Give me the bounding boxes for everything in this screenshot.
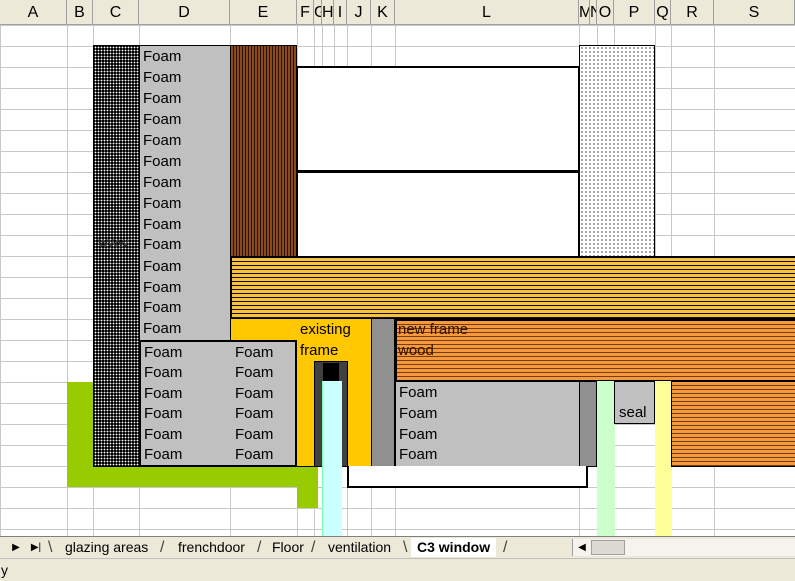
column-header-s[interactable]: S	[714, 0, 795, 25]
foam-label: Foam	[399, 446, 438, 463]
foam-label: Foam	[143, 195, 182, 212]
foam-label: Foam	[399, 384, 438, 401]
foam-label: Foam	[144, 405, 183, 422]
column-header-n[interactable]: N	[590, 0, 597, 25]
column-header-p[interactable]: P	[614, 0, 655, 25]
column-header-j[interactable]: J	[347, 0, 371, 25]
column-header-g[interactable]: G	[314, 0, 322, 25]
column-header-h[interactable]: H	[322, 0, 334, 25]
sheet-tab-bar: ▶ ▶| \ glazing areas / frenchdoor / Floo…	[0, 536, 795, 558]
status-bar: y	[0, 558, 795, 581]
existing-frame-label: existing	[300, 321, 351, 338]
column-header-a[interactable]: A	[0, 0, 67, 25]
column-header-o[interactable]: O	[597, 0, 614, 25]
tab-separator: /	[160, 539, 165, 556]
foam-label: Foam	[143, 132, 182, 149]
glass-pane[interactable]	[322, 381, 342, 536]
horizontal-scrollbar[interactable]: ◀	[572, 539, 795, 556]
foam-label: Foam	[144, 385, 183, 402]
gridline-horizontal	[0, 508, 795, 509]
foam-label: Foam	[143, 258, 182, 275]
orange-wood-lower[interactable]	[671, 381, 795, 467]
tab-floor[interactable]: Floor	[266, 538, 310, 557]
tab-separator: /	[257, 539, 262, 556]
column-header-r[interactable]: R	[671, 0, 714, 25]
new-frame-label: new frame	[398, 321, 469, 338]
column-header-b[interactable]: B	[67, 0, 93, 25]
tab-glazing-areas[interactable]: glazing areas	[59, 538, 154, 557]
foam-label: Foam	[143, 90, 182, 107]
foam-label: Foam	[143, 69, 182, 86]
tab-separator: /	[503, 539, 508, 556]
foam-label: Foam	[235, 344, 274, 361]
glass-black-seal[interactable]	[323, 363, 339, 381]
dotted-panel[interactable]	[579, 45, 655, 257]
seal-shape[interactable]: seal	[614, 381, 655, 424]
new-frame-label: wood	[398, 342, 434, 359]
column-header-m[interactable]: M	[579, 0, 590, 25]
foam-label: Foam	[144, 426, 183, 443]
foam-label: Foam	[143, 236, 182, 253]
green-base-tail[interactable]	[297, 466, 318, 508]
foam-label: Foam	[399, 426, 438, 443]
foam-column[interactable]: Foam Foam Foam Foam Foam Foam Foam Foam …	[139, 45, 231, 341]
brown-wood-shape[interactable]	[230, 45, 297, 257]
foam-label: Foam	[399, 405, 438, 422]
column-header-q[interactable]: Q	[655, 0, 671, 25]
foam-label: Foam	[143, 111, 182, 128]
last-sheet-icon[interactable]: ▶|	[28, 540, 44, 555]
foam-bottom-block[interactable]: Foam Foam Foam Foam	[395, 381, 581, 467]
yellow-striped-beam[interactable]	[230, 256, 795, 320]
foam-label: Foam	[144, 364, 183, 381]
next-sheet-icon[interactable]: ▶	[8, 540, 24, 555]
gridline-vertical	[0, 0, 1, 536]
foam-label: Foam	[235, 385, 274, 402]
foam-label: Foam	[143, 153, 182, 170]
gridline-horizontal	[0, 25, 795, 26]
foam-label: Foam	[144, 344, 183, 361]
white-panel-upper[interactable]	[296, 66, 580, 172]
grey-frame-strip[interactable]	[371, 319, 395, 467]
scroll-thumb[interactable]	[591, 540, 625, 555]
status-text: y	[1, 562, 8, 578]
foam-label: Foam	[143, 48, 182, 65]
dark-column-label: www	[98, 234, 129, 250]
foam-label: Foam	[235, 446, 274, 463]
column-header-d[interactable]: D	[139, 0, 230, 25]
column-header-c[interactable]: C	[93, 0, 139, 25]
scroll-left-icon[interactable]: ◀	[575, 539, 589, 556]
existing-frame-label: frame	[300, 342, 339, 359]
foam-label: Foam	[143, 320, 182, 337]
tab-separator: \	[48, 539, 53, 556]
light-yellow-strip[interactable]	[655, 381, 672, 536]
column-header-e[interactable]: E	[230, 0, 297, 25]
foam-label: Foam	[235, 405, 274, 422]
foam-label: Foam	[143, 216, 182, 233]
tab-separator: /	[311, 539, 316, 556]
worksheet[interactable]: ABCDEFGHIJKLMNOPQRS www Foam Foam Foam F…	[0, 0, 795, 536]
tab-ventilation[interactable]: ventilation	[322, 538, 397, 557]
foam-label: Foam	[143, 279, 182, 296]
foam-label: Foam	[235, 426, 274, 443]
column-header-k[interactable]: K	[371, 0, 395, 25]
tab-c3-window[interactable]: C3 window	[411, 538, 497, 557]
dark-dotted-column[interactable]: www	[93, 45, 140, 467]
tab-frenchdoor[interactable]: frenchdoor	[172, 538, 251, 557]
white-sill-rect[interactable]	[347, 466, 588, 488]
seal-label: seal	[619, 404, 647, 421]
white-panel-lower[interactable]	[296, 171, 580, 257]
foam-label: Foam	[235, 364, 274, 381]
tab-separator: \	[403, 539, 408, 556]
light-green-strip[interactable]	[597, 381, 615, 536]
column-header-i[interactable]: I	[334, 0, 347, 25]
column-header-l[interactable]: L	[395, 0, 579, 25]
foam-label: Foam	[143, 299, 182, 316]
foam-label: Foam	[144, 446, 183, 463]
foam-label: Foam	[143, 174, 182, 191]
column-header-f[interactable]: F	[297, 0, 314, 25]
gridline-horizontal	[0, 529, 795, 530]
foam-left-block[interactable]: Foam Foam Foam Foam Foam Foam Foam Foam …	[139, 340, 297, 467]
grey-right-strip[interactable]	[579, 381, 597, 467]
